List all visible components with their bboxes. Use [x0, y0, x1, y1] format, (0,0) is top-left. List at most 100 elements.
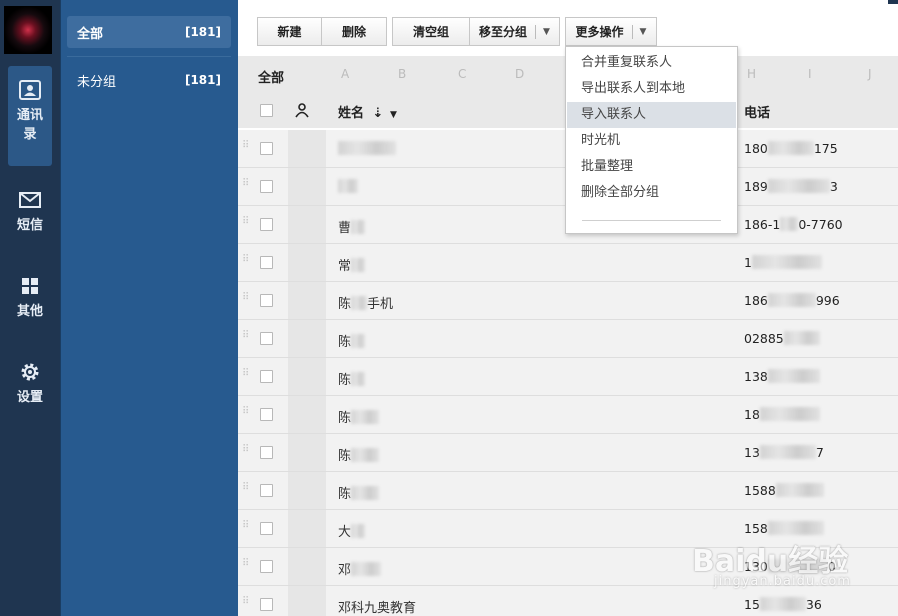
row-checkbox[interactable] — [260, 560, 273, 573]
row-checkbox[interactable] — [260, 370, 273, 383]
contact-name[interactable]: 大 — [338, 521, 366, 540]
avatar — [288, 206, 326, 243]
contact-phone: 158 — [744, 521, 824, 536]
watermark-url: jingyan.baidu.com — [714, 574, 851, 589]
phone-prefix: 180 — [744, 141, 768, 156]
contact-name[interactable]: 陈 — [338, 483, 380, 502]
drag-handle-icon[interactable]: ⠿ — [242, 369, 250, 383]
menu-item-delete-all-groups[interactable]: 删除全部分组 — [567, 180, 736, 206]
name-column-header[interactable]: 姓名 ⇣ ▼ — [338, 102, 397, 121]
app-rail: 通讯录 短信 其他 设置 — [0, 0, 60, 616]
menu-item-time-machine[interactable]: 时光机 — [567, 128, 736, 154]
rail-item-contacts[interactable]: 通讯录 — [8, 66, 52, 166]
contact-name[interactable] — [338, 179, 358, 195]
drag-handle-icon[interactable]: ⠿ — [242, 141, 250, 155]
name-prefix: 常 — [338, 259, 352, 274]
name-prefix: 大 — [338, 525, 352, 540]
group-item-ungrouped[interactable]: 未分组 [181] — [67, 64, 231, 96]
phone-suffix: 3 — [829, 179, 838, 194]
chevron-down-icon: ▼ — [389, 110, 397, 120]
avatar — [288, 130, 326, 167]
phone-prefix: 1 — [744, 255, 752, 270]
contact-name[interactable] — [338, 141, 396, 157]
drag-handle-icon[interactable]: ⠿ — [242, 597, 250, 611]
name-prefix: 陈 — [338, 487, 352, 502]
blurred-text — [351, 334, 366, 348]
phone-column-header[interactable]: 电话 — [744, 102, 770, 121]
contact-phone: 02885 — [744, 331, 820, 346]
more-actions-button[interactable]: 更多操作 ▼ — [565, 17, 657, 46]
table-row[interactable]: ⠿ 陈手机 186 996 — [238, 282, 898, 320]
letter-index-item[interactable]: J — [868, 67, 872, 81]
letter-index-item[interactable]: A — [341, 67, 349, 81]
contact-name[interactable]: 陈 — [338, 331, 366, 350]
contact-name[interactable]: 陈 — [338, 445, 380, 464]
letter-index-item[interactable]: D — [515, 67, 524, 81]
rail-item-label: 设置 — [16, 390, 43, 405]
row-checkbox[interactable] — [260, 180, 273, 193]
menu-item-batch-organize[interactable]: 批量整理 — [567, 154, 736, 180]
clear-group-button[interactable]: 清空组 — [392, 17, 470, 46]
contact-name[interactable]: 陈手机 — [338, 293, 393, 312]
row-checkbox[interactable] — [260, 218, 273, 231]
blurred-text — [767, 521, 824, 535]
row-checkbox[interactable] — [260, 446, 273, 459]
drag-handle-icon[interactable]: ⠿ — [242, 559, 250, 573]
menu-item-export-contacts[interactable]: 导出联系人到本地 — [567, 76, 736, 102]
drag-handle-icon[interactable]: ⠿ — [242, 331, 250, 345]
drag-handle-icon[interactable]: ⠿ — [242, 445, 250, 459]
drag-handle-icon[interactable]: ⠿ — [242, 293, 250, 307]
drag-handle-icon[interactable]: ⠿ — [242, 217, 250, 231]
menu-item-merge-duplicates[interactable]: 合并重复联系人 — [567, 50, 736, 76]
table-row[interactable]: ⠿ 陈 13 7 — [238, 434, 898, 472]
row-checkbox[interactable] — [260, 294, 273, 307]
row-checkbox[interactable] — [260, 598, 273, 611]
blurred-text — [351, 410, 380, 424]
row-checkbox[interactable] — [260, 522, 273, 535]
contact-name[interactable]: 陈 — [338, 407, 380, 426]
blurred-text — [767, 141, 814, 155]
contact-name[interactable]: 常 — [338, 255, 366, 274]
row-checkbox[interactable] — [260, 256, 273, 269]
blurred-text — [351, 372, 366, 386]
letter-index-item[interactable]: I — [808, 67, 812, 81]
drag-handle-icon[interactable]: ⠿ — [242, 483, 250, 497]
new-button[interactable]: 新建 — [257, 17, 322, 46]
select-all-checkbox[interactable] — [260, 104, 273, 117]
contact-name[interactable]: 邓 — [338, 559, 382, 578]
drag-handle-icon[interactable]: ⠿ — [242, 407, 250, 421]
letter-index-item[interactable]: H — [747, 67, 756, 81]
rail-item-settings[interactable]: 设置 — [0, 360, 60, 407]
drag-handle-icon[interactable]: ⠿ — [242, 521, 250, 535]
menu-item-import-contacts[interactable]: 导入联系人 — [567, 102, 736, 128]
delete-button[interactable]: 删除 — [322, 17, 387, 46]
row-checkbox[interactable] — [260, 484, 273, 497]
table-row[interactable]: ⠿ 陈 18 — [238, 396, 898, 434]
person-icon[interactable] — [294, 102, 310, 118]
phone-prefix: 18 — [744, 407, 760, 422]
row-checkbox[interactable] — [260, 142, 273, 155]
letter-index-item[interactable]: B — [398, 67, 406, 81]
letter-index-item[interactable]: C — [458, 67, 466, 81]
contact-name[interactable]: 陈 — [338, 369, 366, 388]
row-checkbox[interactable] — [260, 408, 273, 421]
row-checkbox[interactable] — [260, 332, 273, 345]
address-book-icon — [19, 80, 41, 100]
table-row[interactable]: ⠿ 陈 02885 — [238, 320, 898, 358]
move-to-group-button[interactable]: 移至分组 ▼ — [470, 17, 560, 46]
group-count: [181] — [184, 25, 221, 39]
group-item-all[interactable]: 全部 [181] — [67, 16, 231, 48]
contact-phone: 186-1 0-7760 — [744, 217, 843, 232]
contact-name[interactable]: 邓科九奥教育 — [338, 597, 416, 616]
rail-item-other[interactable]: 其他 — [0, 274, 60, 321]
drag-handle-icon[interactable]: ⠿ — [242, 255, 250, 269]
blurred-text — [338, 179, 358, 193]
table-row[interactable]: ⠿ 陈 1588 — [238, 472, 898, 510]
table-row[interactable]: ⠿ 常 1 — [238, 244, 898, 282]
contact-name[interactable]: 曹 — [338, 217, 366, 236]
user-avatar-logo[interactable] — [4, 6, 52, 54]
rail-item-sms[interactable]: 短信 — [0, 188, 60, 235]
drag-handle-icon[interactable]: ⠿ — [242, 179, 250, 193]
phone-suffix: 0-7760 — [798, 217, 843, 232]
table-row[interactable]: ⠿ 陈 138 — [238, 358, 898, 396]
